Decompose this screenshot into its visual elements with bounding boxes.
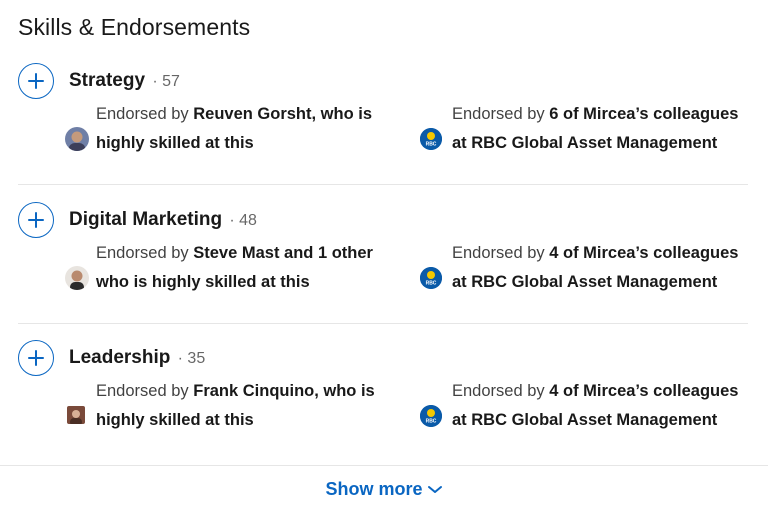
section-title: Skills & Endorsements (18, 14, 251, 40)
endorser-avatar[interactable] (65, 266, 89, 290)
show-more-button[interactable]: Show more (0, 479, 768, 500)
endorser-name: Steve Mast and 1 other (193, 244, 373, 262)
show-more-label: Show more (325, 479, 423, 499)
endorse-prefix: Endorsed by (452, 244, 550, 262)
endorse-line2: highly skilled at this (96, 134, 254, 152)
company-name: at RBC Global Asset Management (452, 411, 718, 429)
skill-name: Digital Marketing (69, 209, 223, 230)
endorsement-count: · 35 (177, 350, 206, 367)
colleagues-count: 4 of Mircea’s colleagues (549, 244, 739, 262)
plus-icon (28, 350, 44, 366)
endorsement-highlight-people[interactable]: Endorsed by Steve Mast and 1 other who i… (96, 239, 406, 297)
skill-name-link[interactable]: Digital Marketing · 48 (69, 209, 257, 231)
svg-text:RBC: RBC (426, 419, 437, 425)
skill-name-link[interactable]: Leadership · 35 (69, 347, 205, 369)
rbc-logo-icon[interactable]: RBC (420, 128, 442, 150)
svg-text:RBC: RBC (426, 142, 437, 148)
endorser-avatar[interactable] (65, 127, 89, 151)
skill-name: Leadership (69, 347, 171, 368)
colleagues-count: 6 of Mircea’s colleagues (549, 105, 739, 123)
endorse-prefix: Endorsed by (96, 105, 194, 123)
endorsement-highlight-people[interactable]: Endorsed by Frank Cinquino, who is highl… (96, 377, 406, 435)
endorsement-highlight-company[interactable]: Endorsed by 4 of Mircea’s colleagues at … (452, 377, 762, 435)
footer-divider (0, 465, 768, 466)
chevron-down-icon (427, 486, 442, 494)
endorsement-highlight-people[interactable]: Endorsed by Reuven Gorsht, who is highly… (96, 100, 406, 158)
colleagues-count: 4 of Mircea’s colleagues (549, 382, 739, 400)
svg-text:RBC: RBC (426, 281, 437, 287)
rbc-logo-icon[interactable]: RBC (420, 405, 442, 427)
endorse-plus-button[interactable] (18, 340, 54, 376)
endorser-name: Frank Cinquino, who is (193, 382, 375, 400)
skill-name-link[interactable]: Strategy · 57 (69, 70, 180, 92)
endorse-plus-button[interactable] (18, 63, 54, 99)
endorse-prefix: Endorsed by (452, 105, 550, 123)
endorsement-highlight-company[interactable]: Endorsed by 4 of Mircea’s colleagues at … (452, 239, 762, 297)
endorse-prefix: Endorsed by (96, 382, 194, 400)
endorser-avatar[interactable] (67, 406, 85, 424)
company-name: at RBC Global Asset Management (452, 273, 718, 291)
endorse-line2: highly skilled at this (96, 411, 254, 429)
plus-icon (28, 212, 44, 228)
divider (18, 184, 748, 185)
plus-icon (28, 73, 44, 89)
skill-name: Strategy (69, 70, 146, 91)
endorsement-count: · 57 (152, 73, 180, 90)
company-name: at RBC Global Asset Management (452, 134, 718, 152)
endorser-name: Reuven Gorsht, who is (193, 105, 373, 123)
endorse-plus-button[interactable] (18, 202, 54, 238)
endorse-prefix: Endorsed by (96, 244, 194, 262)
endorse-line2: who is highly skilled at this (96, 273, 310, 291)
endorse-prefix: Endorsed by (452, 382, 550, 400)
divider (18, 323, 748, 324)
endorsement-count: · 48 (229, 212, 257, 229)
rbc-logo-icon[interactable]: RBC (420, 267, 442, 289)
endorsement-highlight-company[interactable]: Endorsed by 6 of Mircea’s colleagues at … (452, 100, 762, 158)
